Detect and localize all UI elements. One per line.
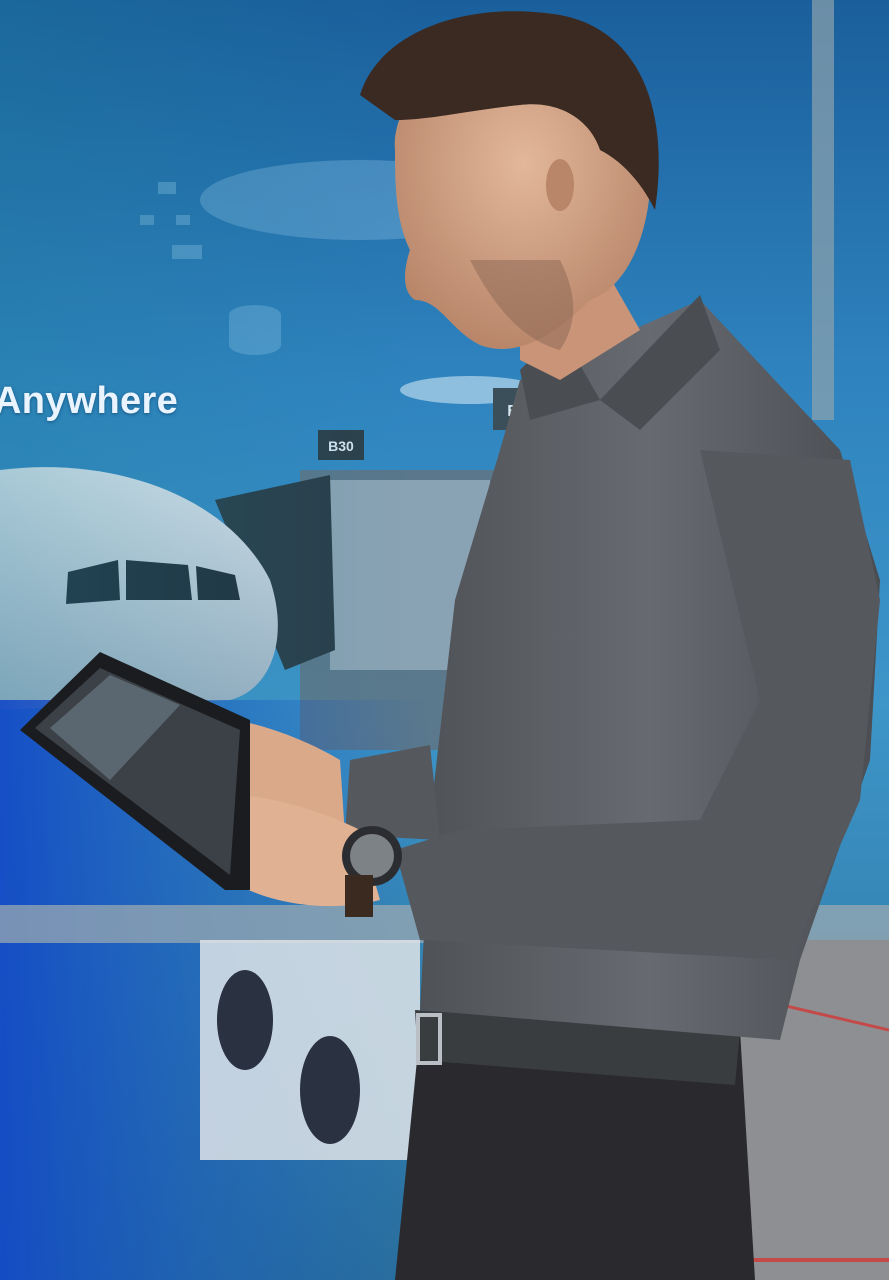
ear [546,159,574,211]
watch-face [350,834,394,878]
window-mullion [812,0,834,420]
hero-scene: B30 B [0,0,889,1280]
watch-strap [345,875,373,917]
airport-background-illustration: B30 B [0,0,889,1280]
vehicle-wheel [300,1036,360,1144]
vehicle-wheel [217,970,273,1070]
headline: Anywhere [0,380,179,422]
shirt-sleeve-left [345,745,440,840]
